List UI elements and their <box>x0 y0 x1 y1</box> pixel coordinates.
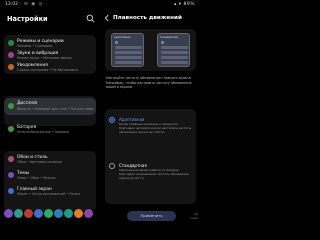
sound-icon <box>8 52 14 58</box>
watermark-logo: 3D news <box>190 212 198 220</box>
status-bar: 13:02 ✉ ◉ ◎ · ▴ ▾ 89% <box>0 0 200 9</box>
dock-app-icon[interactable] <box>84 209 93 218</box>
settings-item-subtitle: Обои • Цветовая палитра <box>17 160 62 164</box>
settings-item-subtitle: Макет • Сетка приложений • Папки <box>17 192 80 196</box>
dock-app-icon[interactable] <box>4 209 13 218</box>
preview-row <box>115 46 142 49</box>
settings-item-subtitle: Яркость • Комфорт для глаз • Панель нави… <box>17 106 93 111</box>
settings-item-title: Дисплей <box>17 101 37 106</box>
settings-item-subtitle: Режимы • Сценарии <box>17 44 53 48</box>
preview-label: Стандартная <box>160 35 178 39</box>
refresh-rate-options: Адаптивная Более плавные анимация и прок… <box>105 109 196 204</box>
settings-item-title: Главный экран <box>17 186 52 192</box>
settings-item-title: Уведомления <box>17 62 48 68</box>
pane-header: Плавность движений <box>100 13 200 25</box>
preview-row <box>115 51 142 54</box>
settings-header: Настройки <box>7 13 95 25</box>
dock-app-icon[interactable] <box>14 209 23 218</box>
option-description: Увеличенное время работы от батареи благ… <box>119 168 189 180</box>
wallpaper-icon <box>8 156 14 162</box>
settings-item-subtitle: Темы • Обои • Значки <box>17 176 56 180</box>
notification-icons: ✉ ◉ ◎ · <box>24 2 49 7</box>
preview-dot <box>115 41 118 44</box>
option-label: Стандартная <box>119 162 147 168</box>
settings-item-sounds[interactable]: Звуки и вибрация Режим звука • Мелодия з… <box>4 49 96 61</box>
modes-icon <box>8 40 14 46</box>
option-adaptive[interactable]: Адаптивная Более плавные анимация и прок… <box>105 115 196 157</box>
preview-row <box>115 61 142 64</box>
settings-item-wallpaper[interactable]: Обои и стиль Обои • Цветовая палитра <box>4 153 96 165</box>
themes-icon <box>8 172 14 178</box>
motion-smoothness-pane: Плавность движений Адаптивная Стандартна… <box>100 9 200 222</box>
preview-row <box>161 51 188 54</box>
page-title: Настройки <box>7 15 48 23</box>
preview-dot <box>161 41 164 44</box>
pane-title: Плавность движений <box>113 14 182 21</box>
settings-item-display[interactable]: Дисплей Яркость • Комфорт для глаз • Пан… <box>4 98 96 115</box>
settings-item-battery[interactable]: Батарея Энергосбережение • Зарядка <box>4 123 96 135</box>
settings-item-title: Обои и стиль <box>17 154 48 160</box>
dock-app-icon[interactable] <box>74 209 83 218</box>
preview-row <box>161 61 188 64</box>
taskbar-dock <box>0 205 100 222</box>
dock-app-icon[interactable] <box>34 209 43 218</box>
status-time: 13:02 <box>5 2 18 7</box>
settings-item-title: Режимы и сценарии <box>17 38 64 44</box>
pane-description: Настройте частоту обновления главного эк… <box>106 76 192 90</box>
search-icon[interactable] <box>86 14 95 23</box>
settings-item-subtitle: Строка состояния • Не беспокоить <box>17 68 78 72</box>
option-label: Адаптивная <box>119 116 145 122</box>
radio-adaptive[interactable] <box>109 117 115 123</box>
radio-standard[interactable] <box>109 163 115 169</box>
settings-item-title: Батарея <box>17 124 37 130</box>
settings-item-home-screen[interactable]: Главный экран Макет • Сетка приложений •… <box>4 185 96 197</box>
back-arrow-icon[interactable] <box>103 14 111 22</box>
battery-icon <box>8 126 14 132</box>
dock-app-icon[interactable] <box>24 209 33 218</box>
status-right: ▴ ▾ 89% <box>174 2 195 7</box>
settings-item-modes[interactable]: Режимы и сценарии Режимы • Сценарии <box>4 37 96 49</box>
option-standard[interactable]: Стандартная Увеличенное время работы от … <box>105 161 196 201</box>
option-description: Более плавные анимация и прокрутка благо… <box>119 122 192 134</box>
dock-app-icon[interactable] <box>64 209 73 218</box>
settings-item-title: Звуки и вибрация <box>17 50 59 56</box>
dock-app-icon[interactable] <box>54 209 63 218</box>
preview-row <box>161 46 188 49</box>
preview-phone-adaptive: Адаптивная <box>111 33 144 67</box>
preview-row <box>115 56 142 59</box>
preview-phone-standard: Стандартная <box>157 33 190 67</box>
settings-item-notifications[interactable]: Уведомления Строка состояния • Не беспок… <box>4 61 96 73</box>
display-icon <box>8 103 14 109</box>
settings-item-subtitle: Режим звука • Мелодия звонка <box>17 56 72 60</box>
dock-app-icon[interactable] <box>44 209 53 218</box>
refresh-rate-preview: Адаптивная Стандартная <box>105 29 196 71</box>
home-screen-icon <box>8 188 14 194</box>
preview-label: Адаптивная <box>114 35 131 39</box>
notification-icon <box>8 64 14 70</box>
settings-item-title: Темы <box>17 170 30 176</box>
settings-item-themes[interactable]: Темы Темы • Обои • Значки <box>4 169 96 181</box>
settings-item-subtitle: Энергосбережение • Зарядка <box>17 130 70 134</box>
preview-row <box>161 56 188 59</box>
apply-button[interactable]: Применить <box>127 211 176 221</box>
